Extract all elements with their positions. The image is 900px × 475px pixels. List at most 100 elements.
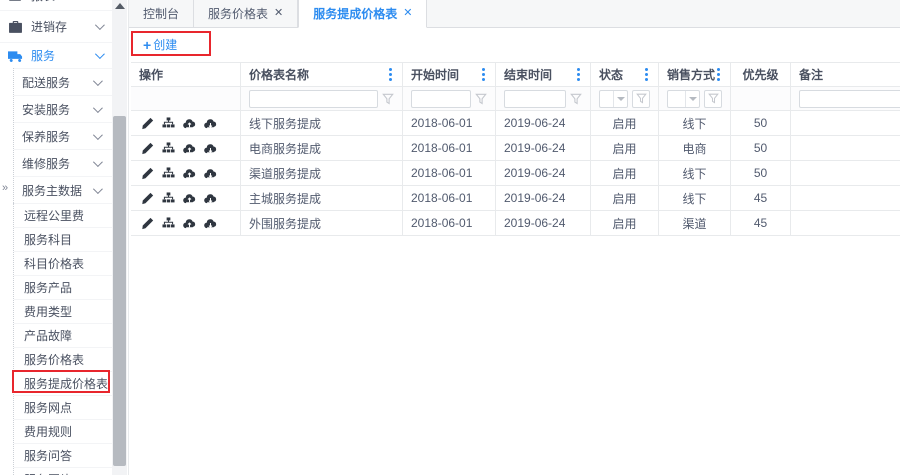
sidebar-leaf-item[interactable]: 费用类型 [14,299,112,323]
column-menu-icon[interactable] [643,66,650,83]
sidebar-leaf-item[interactable]: 服务问答 [14,443,112,467]
cell-start: 2018-06-01 [403,136,496,161]
cloud-upload-icon[interactable] [183,167,196,180]
cloud-download-icon[interactable] [204,217,217,230]
filter-cell-actions [131,87,241,111]
name-filter-input[interactable] [249,90,378,108]
sidebar-leaf-item[interactable]: 服务科目 [14,227,112,251]
sidebar-masterdata-submenu: 远程公里费 服务科目 科目价格表 服务产品 费用类型 产品故障 服务价格表 [13,203,112,475]
close-icon[interactable]: ✕ [274,8,283,19]
sitemap-icon[interactable] [162,192,175,205]
cloud-download-icon[interactable] [204,167,217,180]
sidebar-leaf-item[interactable]: 服务图片 [14,467,112,475]
sidebar-item-partial-top[interactable]: 报表 [0,0,112,10]
col-header-remark: 备注 [791,63,900,87]
sitemap-icon[interactable] [162,167,175,180]
sidebar-leaf-item[interactable]: 服务提成价格表 [14,371,112,395]
sidebar-scrollbar[interactable] [112,0,127,475]
remark-filter-input[interactable] [799,90,900,108]
sidebar-leaf-item[interactable]: 费用规则 [14,419,112,443]
sidebar-subitem[interactable]: 安装服务 [14,95,112,122]
sitemap-icon[interactable] [162,142,175,155]
filter-funnel-icon[interactable] [382,93,394,105]
status-filter-select[interactable] [599,90,628,108]
sidebar-leaf-item[interactable]: 科目价格表 [14,251,112,275]
column-menu-icon[interactable] [715,66,722,83]
cloud-upload-icon[interactable] [183,117,196,130]
sidebar-item-label: 产品故障 [24,327,72,344]
col-header-priority: 优先级 [731,63,791,87]
sidebar-item-service[interactable]: 服务 [0,42,112,68]
scrollbar-thumb[interactable] [113,116,126,466]
tab-console[interactable]: 控制台 [129,0,194,27]
close-icon[interactable]: ✕ [403,8,412,19]
column-menu-icon[interactable] [387,66,394,83]
sidebar-item-inventory[interactable]: 进销存 [0,10,112,42]
end-filter-input[interactable] [504,90,566,108]
sidebar-leaf-item[interactable]: 远程公里费 [14,203,112,227]
column-menu-icon[interactable] [480,66,487,83]
cloud-upload-icon[interactable] [183,192,196,205]
col-header-end: 结束时间 [496,63,591,87]
row-actions-cell [131,111,241,136]
sidebar-leaf-item[interactable]: 服务价格表 [14,347,112,371]
start-filter-input[interactable] [411,90,471,108]
cell-priority: 45 [731,186,791,211]
sidebar-subitem[interactable]: 保养服务 [14,122,112,149]
cell-remark [791,161,900,186]
chevron-down-icon [685,91,699,107]
table-body: 线下服务提成 2018-06-01 2019-06-24 启用 线下 50 [131,111,900,236]
cell-method: 线下 [659,111,731,136]
sidebar-item-label: 服务提成价格表 [24,375,108,392]
cell-start: 2018-06-01 [403,111,496,136]
cloud-upload-icon[interactable] [183,142,196,155]
edit-icon[interactable] [141,217,154,230]
row-actions-cell [131,211,241,236]
filter-funnel-icon[interactable] [632,90,650,108]
cell-status: 启用 [591,161,659,186]
chevron-down-icon [93,184,103,194]
sidebar-leaf-item[interactable]: 服务产品 [14,275,112,299]
filter-cell-method [659,87,731,111]
cloud-upload-icon[interactable] [183,217,196,230]
sidebar-leaf-item[interactable]: 服务网点 [14,395,112,419]
edit-icon[interactable] [141,117,154,130]
edit-icon[interactable] [141,167,154,180]
cell-priority: 45 [731,211,791,236]
tab-service-pricelist[interactable]: 服务价格表 ✕ [194,0,298,27]
sidebar-subitem[interactable]: 维修服务 [14,149,112,176]
filter-funnel-icon[interactable] [570,93,582,105]
sitemap-icon[interactable] [162,217,175,230]
tab-commission-pricelist[interactable]: 服务提成价格表 ✕ [298,0,427,28]
cell-remark [791,186,900,211]
col-header-status: 状态 [591,63,659,87]
sidebar-item-label: 服务网点 [24,399,72,416]
sidebar-item-label: 费用规则 [24,423,72,440]
tab-bar: 控制台 服务价格表 ✕ 服务提成价格表 ✕ [129,0,900,28]
column-menu-icon[interactable] [575,66,582,83]
edit-icon[interactable] [141,142,154,155]
sidebar-item-label: 安装服务 [22,101,70,118]
sidebar-item-label: 服务图片 [24,471,72,475]
create-button[interactable]: + 创建 [143,36,177,53]
cloud-download-icon[interactable] [204,142,217,155]
chevron-down-icon [95,49,105,59]
method-filter-select[interactable] [667,90,700,108]
table-filter-row [131,87,900,111]
cloud-download-icon[interactable] [204,192,217,205]
cloud-download-icon[interactable] [204,117,217,130]
chevron-down-icon [95,20,105,30]
filter-funnel-icon[interactable] [704,90,722,108]
sidebar-item-label: 服务问答 [24,447,72,464]
sidebar-leaf-item[interactable]: 产品故障 [14,323,112,347]
filter-funnel-icon[interactable] [475,93,487,105]
sidebar-item-label: 服务产品 [24,279,72,296]
tab-label: 服务提成价格表 [313,5,397,22]
briefcase-icon [8,21,23,33]
sidebar-subitem[interactable]: 配送服务 [14,68,112,95]
scroll-up-arrow-icon[interactable] [115,3,125,9]
sitemap-icon[interactable] [162,117,175,130]
sidebar-subitem[interactable]: » 服务主数据 [14,176,112,203]
cell-priority: 50 [731,161,791,186]
edit-icon[interactable] [141,192,154,205]
